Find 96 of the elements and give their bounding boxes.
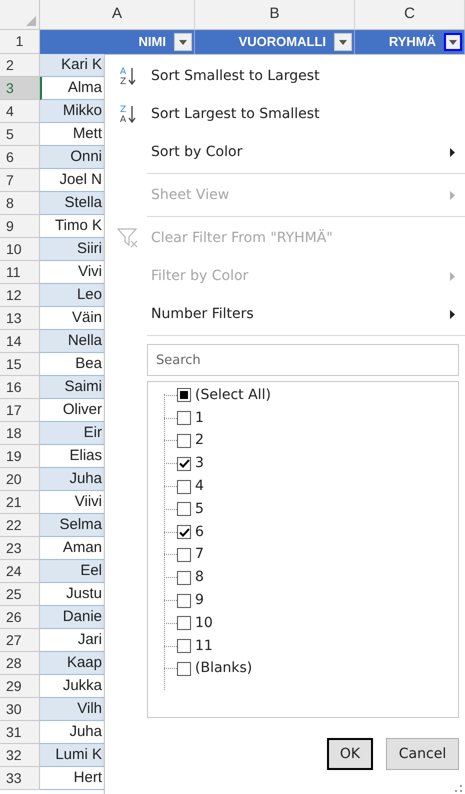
- row-header[interactable]: 13: [0, 307, 40, 330]
- row-header[interactable]: 12: [0, 284, 40, 307]
- checkbox[interactable]: [177, 662, 191, 676]
- table-cell: Juha: [40, 468, 104, 491]
- table-cell: Saimi: [40, 376, 104, 399]
- column-header[interactable]: B: [195, 0, 355, 29]
- row-header[interactable]: 6: [0, 146, 40, 169]
- table-cell: Onni: [40, 146, 104, 169]
- row-header[interactable]: 28: [0, 652, 40, 675]
- row-header[interactable]: 32: [0, 744, 40, 767]
- table-cell: Danie: [40, 606, 104, 629]
- column-header[interactable]: A: [40, 0, 195, 29]
- checkbox[interactable]: [177, 570, 191, 585]
- row-header[interactable]: 16: [0, 376, 40, 399]
- menu-item[interactable]: Z A Sort Largest to Smallest: [105, 95, 465, 133]
- row-header[interactable]: 27: [0, 629, 40, 652]
- value-label[interactable]: 4: [195, 476, 204, 498]
- row-header[interactable]: 10: [0, 238, 40, 261]
- row-header[interactable]: 21: [0, 491, 40, 514]
- checkbox[interactable]: [177, 388, 191, 402]
- column-header[interactable]: C: [355, 0, 465, 29]
- row-header[interactable]: 19: [0, 445, 40, 468]
- value-label[interactable]: 7: [195, 544, 204, 566]
- table-cell: Lumi K: [40, 744, 104, 767]
- checkbox[interactable]: [177, 480, 191, 494]
- value-label[interactable]: 6: [195, 522, 204, 543]
- checkbox[interactable]: [177, 548, 191, 562]
- row-header[interactable]: 26: [0, 606, 40, 629]
- table-cell: Eir: [40, 422, 104, 445]
- table-cell: Kari K: [40, 54, 104, 77]
- row-header[interactable]: 22: [0, 514, 40, 537]
- row-header[interactable]: 17: [0, 399, 40, 422]
- value-label[interactable]: 8: [195, 567, 204, 588]
- value-label[interactable]: 3: [195, 453, 204, 474]
- header-cell-text: VUOROMALLI: [238, 33, 326, 52]
- row-header[interactable]: 33: [0, 767, 40, 790]
- search-field[interactable]: Search: [147, 344, 459, 376]
- header-cell-text: RYHMÄ: [388, 33, 436, 52]
- table-cell: Mikko: [40, 100, 104, 123]
- checkbox[interactable]: [177, 594, 191, 608]
- menu-item[interactable]: Sort by Color: [105, 133, 465, 171]
- row-header[interactable]: 31: [0, 721, 40, 744]
- checkbox[interactable]: [177, 434, 191, 448]
- table-cell: Selma: [40, 514, 104, 537]
- row-header[interactable]: 1: [0, 30, 40, 54]
- clear-filter-icon: [116, 226, 140, 250]
- checkbox[interactable]: [177, 411, 191, 426]
- row-header[interactable]: 14: [0, 330, 40, 353]
- row-header[interactable]: 11: [0, 261, 40, 284]
- row-header[interactable]: 9: [0, 215, 40, 238]
- table-cell: Stella: [40, 192, 104, 215]
- table-cell: Kaap: [40, 652, 104, 675]
- checkbox[interactable]: [177, 456, 191, 471]
- row-header[interactable]: 18: [0, 422, 40, 445]
- checkbox[interactable]: [177, 639, 191, 654]
- value-label[interactable]: (Blanks): [195, 658, 252, 680]
- menu-item[interactable]: Number Filters: [105, 295, 465, 333]
- cancel-button[interactable]: Cancel: [386, 738, 459, 770]
- table-cell: Eel: [40, 560, 104, 583]
- row-header[interactable]: 5: [0, 123, 40, 146]
- header-cell-text: NIMI: [138, 33, 166, 52]
- resize-grip-icon[interactable]: [455, 785, 463, 793]
- row-header[interactable]: 7: [0, 169, 40, 192]
- table-cell: Alma: [40, 77, 104, 100]
- table-cell: Nella: [40, 330, 104, 353]
- row-header[interactable]: 23: [0, 537, 40, 560]
- table-cell: Vilh: [40, 698, 104, 721]
- value-label[interactable]: 9: [195, 590, 204, 612]
- table-cell: Siiri: [40, 238, 104, 261]
- value-label[interactable]: 2: [195, 430, 204, 452]
- row-header[interactable]: 29: [0, 675, 40, 698]
- table-cell: Leo: [40, 284, 104, 307]
- value-label[interactable]: 11: [195, 636, 213, 657]
- menu-item[interactable]: A Z Sort Smallest to Largest: [105, 57, 465, 95]
- checkbox[interactable]: [177, 502, 191, 516]
- caret-icon: [339, 40, 347, 44]
- checkbox[interactable]: [177, 525, 191, 540]
- row-header[interactable]: 25: [0, 583, 40, 606]
- row-header[interactable]: 15: [0, 353, 40, 376]
- row-header[interactable]: 2: [0, 54, 40, 77]
- row-header[interactable]: 4: [0, 100, 40, 123]
- value-label[interactable]: 5: [195, 498, 204, 520]
- row-header[interactable]: 20: [0, 468, 40, 491]
- corner-triangle-icon: [26, 16, 36, 26]
- row-header[interactable]: 3: [0, 77, 40, 100]
- value-label[interactable]: 10: [195, 612, 213, 634]
- checkbox[interactable]: [177, 616, 191, 630]
- value-label[interactable]: (Select All): [195, 384, 271, 406]
- row-header[interactable]: 30: [0, 698, 40, 721]
- caret-icon: [179, 40, 187, 44]
- row-header[interactable]: 24: [0, 560, 40, 583]
- row-header[interactable]: 8: [0, 192, 40, 215]
- ok-button[interactable]: OK: [327, 738, 373, 770]
- filter-dropdown-button[interactable]: [444, 33, 462, 51]
- value-label[interactable]: 1: [195, 408, 204, 429]
- caret-icon: [449, 40, 457, 44]
